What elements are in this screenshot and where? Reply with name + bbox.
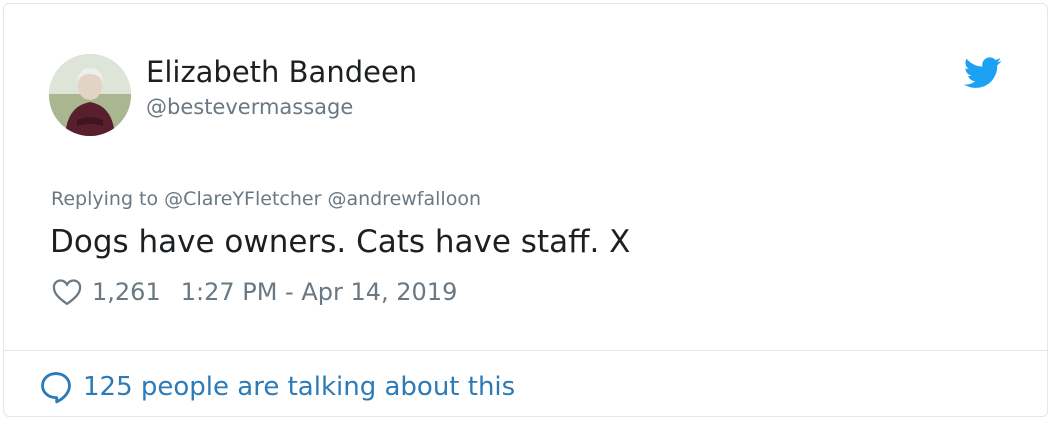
tweet-timestamp[interactable]: 1:27 PM - Apr 14, 2019 [181, 278, 458, 306]
tweet-meta: 1,261 1:27 PM - Apr 14, 2019 [52, 275, 457, 309]
author-handle[interactable]: @bestevermassage [146, 94, 353, 120]
avatar[interactable] [49, 54, 131, 136]
twitter-bird-icon[interactable] [963, 56, 1002, 90]
replying-prefix: Replying to [51, 188, 159, 210]
conversation-link[interactable]: 125 people are talking about this [39, 368, 515, 406]
mention-andrewfalloon[interactable]: @andrewfalloon [327, 188, 481, 210]
author-name[interactable]: Elizabeth Bandeen [146, 54, 417, 90]
tweet-card: Elizabeth Bandeen @bestevermassage Reply… [3, 3, 1048, 417]
like-count[interactable]: 1,261 [92, 278, 161, 306]
divider [4, 350, 1047, 351]
replying-to: Replying to @ClareYFletcher @andrewfallo… [51, 186, 481, 212]
mention-clareyfletcher[interactable]: @ClareYFletcher [164, 188, 321, 210]
heart-icon[interactable] [52, 278, 82, 306]
tweet-text: Dogs have owners. Cats have staff. X [50, 224, 631, 260]
speech-bubble-icon [39, 370, 73, 404]
conversation-label: 125 people are talking about this [83, 372, 516, 402]
